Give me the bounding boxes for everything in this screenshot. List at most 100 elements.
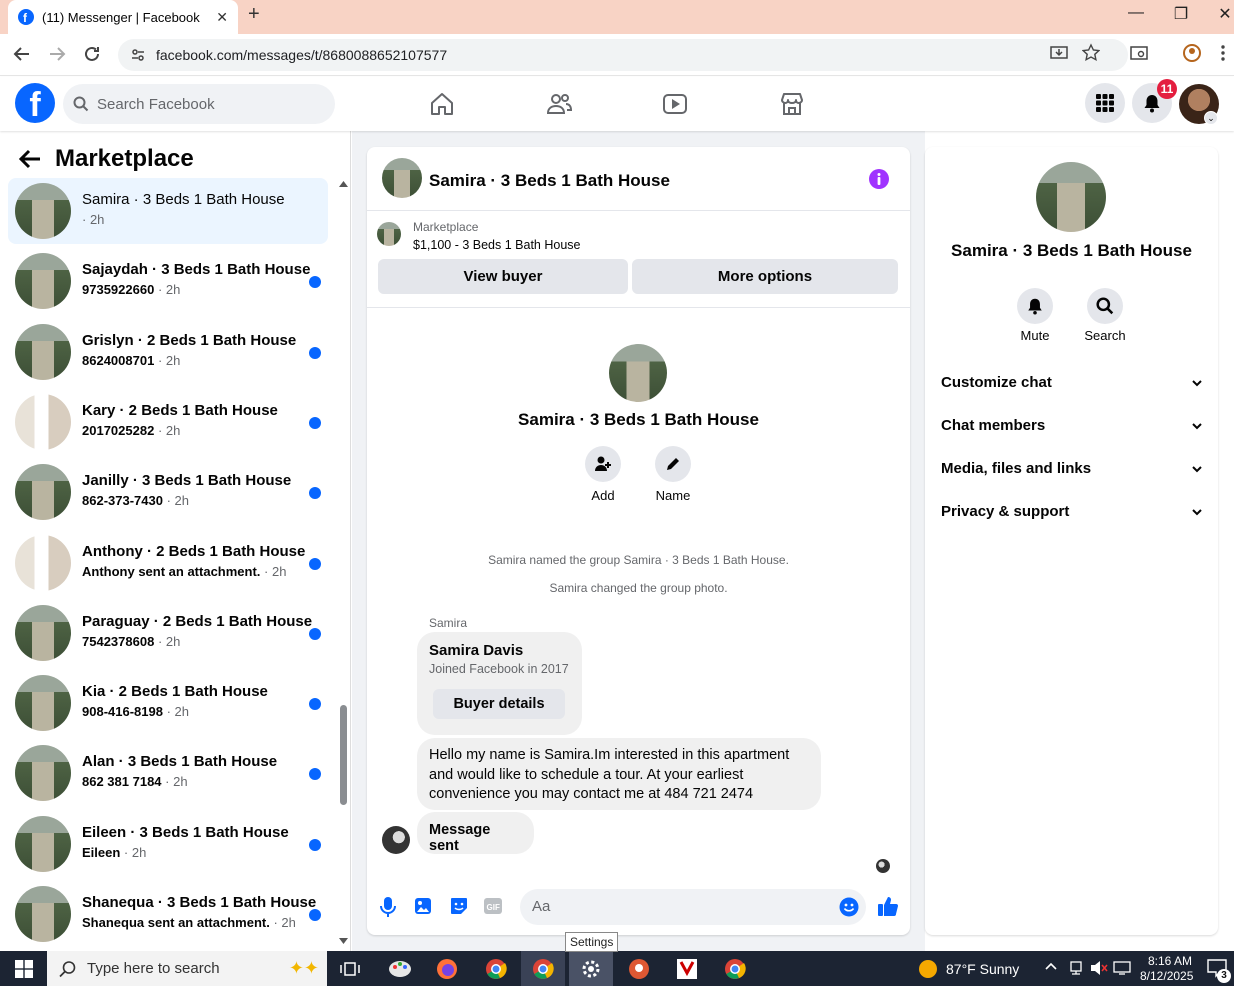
listing-thumbnail[interactable] [377, 222, 401, 246]
conversation-item[interactable]: Kary · 2 Beds 1 Bath House 2017025282 · 2… [8, 389, 328, 455]
unread-dot [309, 346, 321, 359]
emoji-icon[interactable] [839, 897, 859, 917]
conversation-item[interactable]: Samira · 3 Beds 1 Bath House · 2h [8, 178, 328, 244]
chat-members-section[interactable]: Chat members [941, 417, 1203, 434]
video-tab-icon[interactable] [661, 90, 689, 118]
privacy-support-section[interactable]: Privacy & support [941, 503, 1203, 520]
sender-avatar[interactable] [382, 826, 410, 854]
task-view-icon[interactable] [328, 951, 372, 986]
add-person-button[interactable] [585, 446, 621, 482]
mute-button[interactable] [1017, 288, 1053, 324]
customize-chat-section[interactable]: Customize chat [941, 374, 1203, 391]
scroll-down-arrow-icon[interactable] [339, 938, 348, 944]
install-app-icon[interactable] [1050, 43, 1068, 63]
chrome-icon[interactable] [474, 951, 518, 986]
info-icon[interactable] [868, 168, 890, 190]
more-options-button[interactable]: More options [632, 259, 898, 294]
chrome-alt-icon[interactable] [713, 951, 757, 986]
conversation-name: Eileen · 3 Beds 1 Bath House [82, 823, 289, 841]
url-text: facebook.com/messages/t/8680088652107577 [156, 47, 448, 63]
display-icon[interactable] [1113, 960, 1131, 976]
clock-time: 8:16 AM [1147, 954, 1192, 968]
conversation-name: Paraguay · 2 Beds 1 Bath House [82, 612, 313, 630]
settings-gear-icon[interactable] [569, 951, 613, 986]
conversation-item[interactable]: Shanequa · 3 Beds 1 Bath House Shanequa s… [8, 881, 328, 947]
address-bar[interactable]: facebook.com/messages/t/8680088652107577 [118, 39, 1128, 71]
unread-dot [309, 768, 321, 781]
preview-time: · 2h [273, 915, 296, 930]
show-hidden-icons-chevron-icon[interactable] [1044, 961, 1058, 971]
preview-text: 9735922660 [82, 282, 155, 298]
minimize-icon[interactable]: — [1121, 4, 1151, 22]
account-chevron-down-icon[interactable]: ⌄ [1204, 111, 1218, 125]
message-composer: GIF Aa [367, 887, 910, 927]
like-thumbs-up-icon[interactable] [877, 895, 899, 917]
forward-icon[interactable] [47, 43, 67, 65]
search-in-chat-button[interactable] [1087, 288, 1123, 324]
back-arrow-icon[interactable] [18, 148, 42, 170]
back-icon[interactable] [12, 43, 32, 65]
duckduckgo-icon[interactable] [617, 951, 661, 986]
scrollbar-thumb[interactable] [340, 705, 347, 805]
tab-close-icon[interactable]: ✕ [216, 9, 228, 26]
browser-menu-icon[interactable] [1220, 43, 1226, 63]
scroll-up-arrow-icon[interactable] [339, 181, 348, 187]
message-input[interactable]: Aa [520, 889, 866, 925]
conversation-item[interactable]: Grislyn · 2 Beds 1 Bath House 8624008701 … [8, 319, 328, 385]
buyer-details-button[interactable]: Buyer details [433, 689, 565, 719]
edit-name-button[interactable] [655, 446, 691, 482]
conversation-name: Shanequa · 3 Beds 1 Bath House [82, 894, 317, 911]
unread-dot [309, 416, 321, 429]
volume-muted-icon[interactable] [1090, 960, 1108, 976]
facebook-logo-icon[interactable]: f [15, 83, 55, 123]
profile-icon[interactable] [1182, 43, 1202, 63]
conversation-preview: 2017025282 · 2h [82, 423, 180, 438]
facebook-search-input[interactable]: Search Facebook [63, 84, 335, 124]
restore-icon[interactable]: ❐ [1166, 4, 1196, 24]
conversation-item[interactable]: Eileen · 3 Beds 1 Bath House Eileen · 2h [8, 811, 328, 877]
conversation-avatar [15, 183, 71, 239]
chat-avatar[interactable] [382, 158, 422, 198]
listing-price-title[interactable]: $1,100 - 3 Beds 1 Bath House [413, 238, 580, 252]
chrome-profile-icon[interactable] [521, 951, 565, 986]
chevron-down-icon [1191, 508, 1203, 516]
conversation-name: Grislyn · 2 Beds 1 Bath House [82, 331, 297, 349]
network-icon[interactable] [1068, 960, 1084, 976]
taskbar-search-box[interactable]: Type here to search ✦✦ [47, 951, 327, 986]
paint-app-icon[interactable] [378, 951, 422, 986]
message-line: Hello my name is Samira.Im interested in… [429, 747, 790, 763]
conversation-item[interactable]: Paraguay · 2 Beds 1 Bath House 7542378608… [8, 600, 328, 666]
media-files-links-section[interactable]: Media, files and links [941, 460, 1203, 477]
conversation-avatar [15, 393, 71, 450]
photo-icon[interactable] [414, 896, 432, 916]
microphone-icon[interactable] [379, 896, 397, 918]
reload-icon[interactable] [82, 43, 102, 65]
view-buyer-button[interactable]: View buyer [378, 259, 628, 294]
conversation-item[interactable]: Sajaydah · 3 Beds 1 Bath House 9735922660… [8, 248, 328, 314]
marketplace-tab-icon[interactable] [778, 90, 806, 118]
conversation-item[interactable]: Janilly · 3 Beds 1 Bath House 862-373-743… [8, 459, 328, 525]
taskbar-clock[interactable]: 8:16 AM 8/12/2025 [1140, 954, 1193, 984]
new-tab-icon[interactable]: + [248, 3, 260, 26]
bookmark-star-icon[interactable] [1082, 43, 1100, 63]
firefox-icon[interactable] [425, 951, 469, 986]
home-tab-icon[interactable] [428, 90, 456, 118]
chevron-down-icon [1191, 379, 1203, 387]
conversation-item[interactable]: Alan · 3 Beds 1 Bath House 862 381 7184 ·… [8, 740, 328, 806]
vivaldi-app-icon[interactable] [665, 951, 709, 986]
browser-tab[interactable]: f (11) Messenger | Facebook ✕ [8, 0, 238, 34]
window-close-icon[interactable]: ✕ [1210, 4, 1234, 24]
weather-widget[interactable]: 87°F Sunny [918, 959, 1019, 979]
conversation-avatar [15, 604, 71, 661]
site-settings-icon[interactable] [130, 47, 146, 63]
chat-title[interactable]: Samira · 3 Beds 1 Bath House [429, 171, 670, 191]
tab-search-icon[interactable] [1130, 43, 1148, 63]
friends-tab-icon[interactable] [545, 90, 573, 118]
sticker-icon[interactable] [449, 896, 469, 916]
menu-grid-icon[interactable] [1085, 83, 1125, 123]
conversation-item[interactable]: Anthony · 2 Beds 1 Bath House Anthony sen… [8, 530, 328, 596]
windows-start-icon[interactable] [2, 951, 46, 986]
gif-icon[interactable]: GIF [483, 896, 503, 916]
conversation-item[interactable]: Kia · 2 Beds 1 Bath House 908-416-8198 · … [8, 670, 328, 736]
preview-time: · 2h [82, 212, 105, 227]
